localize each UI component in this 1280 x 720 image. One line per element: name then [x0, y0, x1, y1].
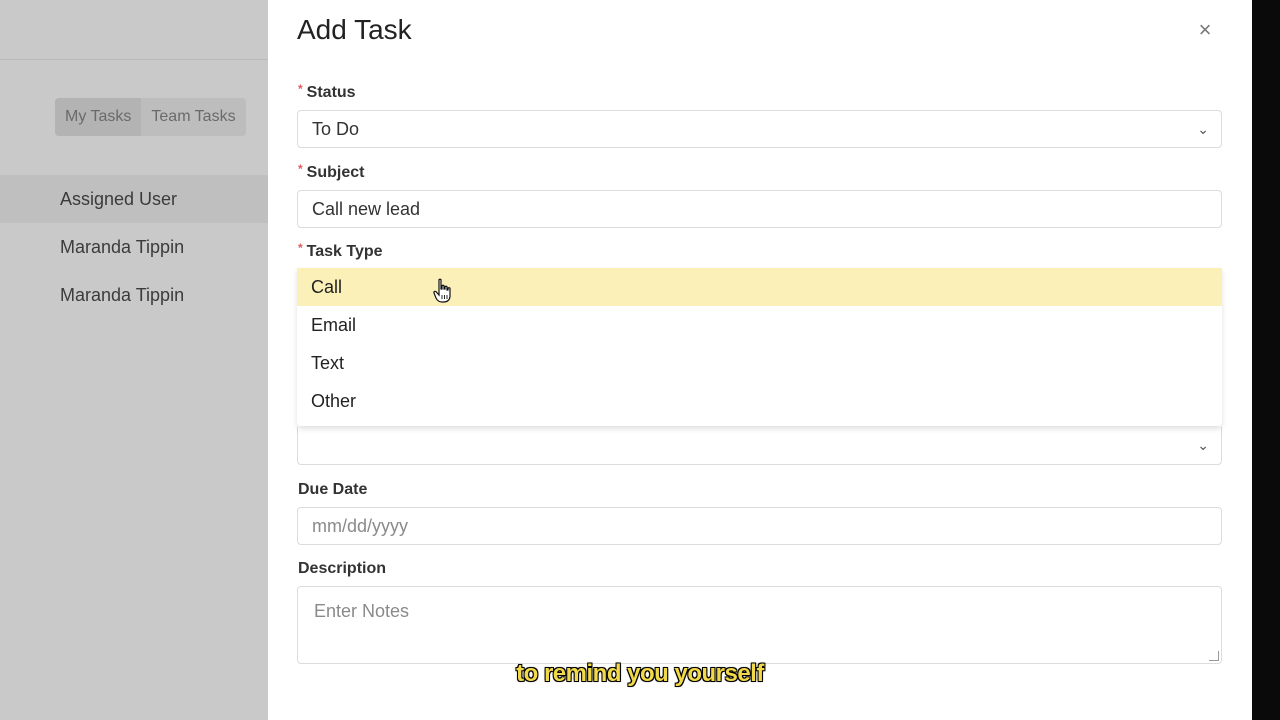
background-page: My Tasks Team Tasks Assigned User Marand… — [0, 0, 268, 720]
status-select[interactable]: To Do ⌄ — [297, 110, 1222, 148]
right-border-strip — [1252, 0, 1280, 720]
background-topbar — [0, 0, 268, 60]
chevron-down-icon: ⌄ — [1197, 121, 1209, 137]
required-marker: * — [298, 162, 303, 176]
video-caption: to remind you yourself — [516, 660, 764, 687]
add-task-modal: Add Task × * Status To Do ⌄ * Subject Call… — [268, 0, 1252, 720]
status-label: * Status — [298, 82, 356, 101]
close-icon[interactable]: × — [1193, 18, 1217, 42]
modal-title: Add Task — [297, 14, 412, 45]
task-type-label: * Task Type — [298, 241, 383, 260]
hand-pointer-icon — [433, 278, 451, 303]
subject-value: Call new lead — [312, 199, 421, 219]
status-value: To Do — [312, 119, 360, 139]
tab-team-tasks[interactable]: Team Tasks — [141, 98, 245, 136]
option-other[interactable]: Other — [297, 382, 1222, 420]
due-date-label: Due Date — [298, 481, 368, 498]
subject-label: * Subject — [298, 162, 365, 181]
required-marker: * — [298, 241, 303, 255]
option-email[interactable]: Email — [297, 306, 1222, 344]
column-header-assigned-user: Assigned User — [0, 175, 268, 223]
table-row[interactable]: Maranda Tippin — [0, 223, 268, 271]
due-date-placeholder: mm/dd/yyyy — [312, 516, 409, 536]
tab-my-tasks[interactable]: My Tasks — [55, 98, 142, 136]
description-placeholder: Enter Notes — [314, 601, 410, 621]
additional-select[interactable]: ⌄ — [297, 427, 1222, 465]
description-label: Description — [298, 560, 387, 577]
due-date-input[interactable]: mm/dd/yyyy — [297, 507, 1222, 545]
task-scope-toggle: My Tasks Team Tasks — [55, 98, 246, 136]
chevron-down-icon: ⌄ — [1197, 437, 1209, 453]
description-textarea[interactable]: Enter Notes — [297, 586, 1222, 664]
required-marker: * — [298, 82, 303, 96]
subject-input[interactable]: Call new lead — [297, 190, 1222, 228]
option-text[interactable]: Text — [297, 344, 1222, 382]
table-row[interactable]: Maranda Tippin — [0, 271, 268, 319]
